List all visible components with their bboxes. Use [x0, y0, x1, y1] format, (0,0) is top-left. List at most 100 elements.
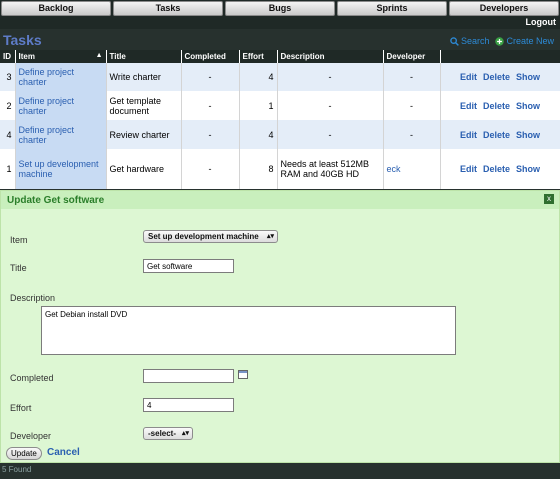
- result-count: 5 Found: [2, 465, 32, 474]
- cell-description: -: [277, 120, 384, 149]
- table-header-row: ID Item ▲ Title Completed Effort Descript…: [0, 50, 560, 63]
- select-arrows-icon: ▴▾: [181, 430, 189, 437]
- cell-effort: 4: [239, 63, 278, 91]
- table-row: 2 Define project charter Get template do…: [0, 91, 560, 120]
- logout-bar: Logout: [0, 16, 560, 29]
- cell-description: -: [277, 91, 384, 120]
- developer-select[interactable]: -select- ▴▾: [143, 427, 193, 440]
- tasks-table: ID Item ▲ Title Completed Effort Descript…: [0, 50, 560, 189]
- create-new-action[interactable]: Create New: [495, 36, 554, 46]
- cancel-link[interactable]: Cancel: [47, 447, 80, 458]
- nav-tab-backlog[interactable]: Backlog: [1, 1, 111, 16]
- item-select-value: Set up development machine: [148, 232, 259, 241]
- cell-title: Get template document: [106, 91, 182, 120]
- edit-link[interactable]: Edit: [460, 130, 477, 140]
- cell-completed: -: [181, 63, 240, 91]
- show-link[interactable]: Show: [516, 101, 540, 111]
- column-header-id[interactable]: ID: [0, 50, 16, 63]
- column-header-developer[interactable]: Developer: [383, 50, 441, 63]
- search-action[interactable]: Search: [450, 36, 490, 46]
- top-nav: Backlog Tasks Bugs Sprints Developers: [0, 0, 560, 17]
- table-row: 1 Set up development machine Get hardwar…: [0, 149, 560, 189]
- cell-id: 1: [0, 149, 16, 189]
- delete-link[interactable]: Delete: [483, 130, 510, 140]
- cell-item[interactable]: Define project charter: [15, 91, 107, 120]
- delete-link[interactable]: Delete: [483, 164, 510, 174]
- search-icon: [450, 36, 459, 46]
- column-header-title[interactable]: Title: [106, 50, 182, 63]
- page-title: Tasks: [3, 32, 42, 48]
- column-header-item-label: Item: [18, 52, 35, 61]
- developer-label: Developer: [10, 431, 52, 441]
- cell-developer: -: [383, 63, 441, 91]
- completed-label: Completed: [10, 373, 54, 383]
- update-form-panel: Update Get software x Item Set up develo…: [0, 190, 560, 463]
- nav-tab-tasks[interactable]: Tasks: [113, 1, 223, 16]
- edit-link[interactable]: Edit: [460, 101, 477, 111]
- logout-link[interactable]: Logout: [526, 16, 557, 29]
- title-label: Title: [10, 263, 27, 273]
- cell-actions: Edit Delete Show: [440, 120, 560, 149]
- show-link[interactable]: Show: [516, 130, 540, 140]
- table-row: 4 Define project charter Review charter …: [0, 120, 560, 149]
- cell-developer[interactable]: eck: [383, 149, 441, 189]
- cell-id: 3: [0, 63, 16, 91]
- cell-id: 2: [0, 91, 16, 120]
- developer-link[interactable]: eck: [387, 164, 401, 174]
- description-textarea[interactable]: Get Debian install DVD: [41, 306, 456, 355]
- cell-item[interactable]: Define project charter: [15, 63, 107, 91]
- column-header-completed[interactable]: Completed: [181, 50, 240, 63]
- cell-completed: -: [181, 120, 240, 149]
- cell-title: Write charter: [106, 63, 182, 91]
- delete-link[interactable]: Delete: [483, 101, 510, 111]
- update-form-title: Update Get software: [7, 195, 105, 206]
- cell-effort: 8: [239, 149, 278, 189]
- delete-link[interactable]: Delete: [483, 72, 510, 82]
- cell-effort: 1: [239, 91, 278, 120]
- show-link[interactable]: Show: [516, 164, 540, 174]
- item-select[interactable]: Set up development machine ▴▾: [143, 230, 278, 243]
- select-arrows-icon: ▴▾: [266, 233, 274, 240]
- nav-tab-developers[interactable]: Developers: [449, 1, 559, 16]
- column-header-effort[interactable]: Effort: [239, 50, 278, 63]
- cell-developer: -: [383, 91, 441, 120]
- nav-tab-sprints[interactable]: Sprints: [337, 1, 447, 16]
- cell-actions: Edit Delete Show: [440, 91, 560, 120]
- cell-item[interactable]: Set up development machine: [15, 149, 107, 189]
- cell-completed: -: [181, 91, 240, 120]
- title-input[interactable]: Get software: [143, 259, 234, 273]
- effort-label: Effort: [10, 403, 32, 413]
- column-header-description[interactable]: Description: [277, 50, 384, 63]
- cell-effort: 4: [239, 120, 278, 149]
- cell-title: Get hardware: [106, 149, 182, 189]
- cell-description: -: [277, 63, 384, 91]
- update-button[interactable]: Update: [6, 447, 42, 460]
- table-row: 3 Define project charter Write charter -…: [0, 63, 560, 91]
- cell-completed: -: [181, 149, 240, 189]
- cell-id: 4: [0, 120, 16, 149]
- plus-icon: [495, 36, 505, 46]
- cell-actions: Edit Delete Show: [440, 63, 560, 91]
- header-actions: Search Create New: [450, 36, 554, 46]
- developer-select-value: -select-: [148, 429, 177, 438]
- effort-input[interactable]: 4: [143, 398, 234, 412]
- completed-input[interactable]: [143, 369, 234, 383]
- nav-tab-bugs[interactable]: Bugs: [225, 1, 335, 16]
- edit-link[interactable]: Edit: [460, 72, 477, 82]
- update-form-header: Update Get software x: [1, 191, 559, 209]
- close-icon[interactable]: x: [544, 194, 554, 204]
- cell-item[interactable]: Define project charter: [15, 120, 107, 149]
- column-header-actions: [440, 50, 560, 63]
- item-label: Item: [10, 235, 28, 245]
- description-label: Description: [10, 293, 56, 303]
- cell-developer: -: [383, 120, 441, 149]
- calendar-icon[interactable]: [238, 370, 248, 379]
- cell-description: Needs at least 512MB RAM and 40GB HD: [277, 149, 384, 189]
- cell-actions: Edit Delete Show: [440, 149, 560, 189]
- search-label: Search: [460, 36, 490, 46]
- create-new-label: Create New: [506, 36, 554, 46]
- show-link[interactable]: Show: [516, 72, 540, 82]
- edit-link[interactable]: Edit: [460, 164, 477, 174]
- cell-title: Review charter: [106, 120, 182, 149]
- column-header-item[interactable]: Item ▲: [15, 50, 107, 63]
